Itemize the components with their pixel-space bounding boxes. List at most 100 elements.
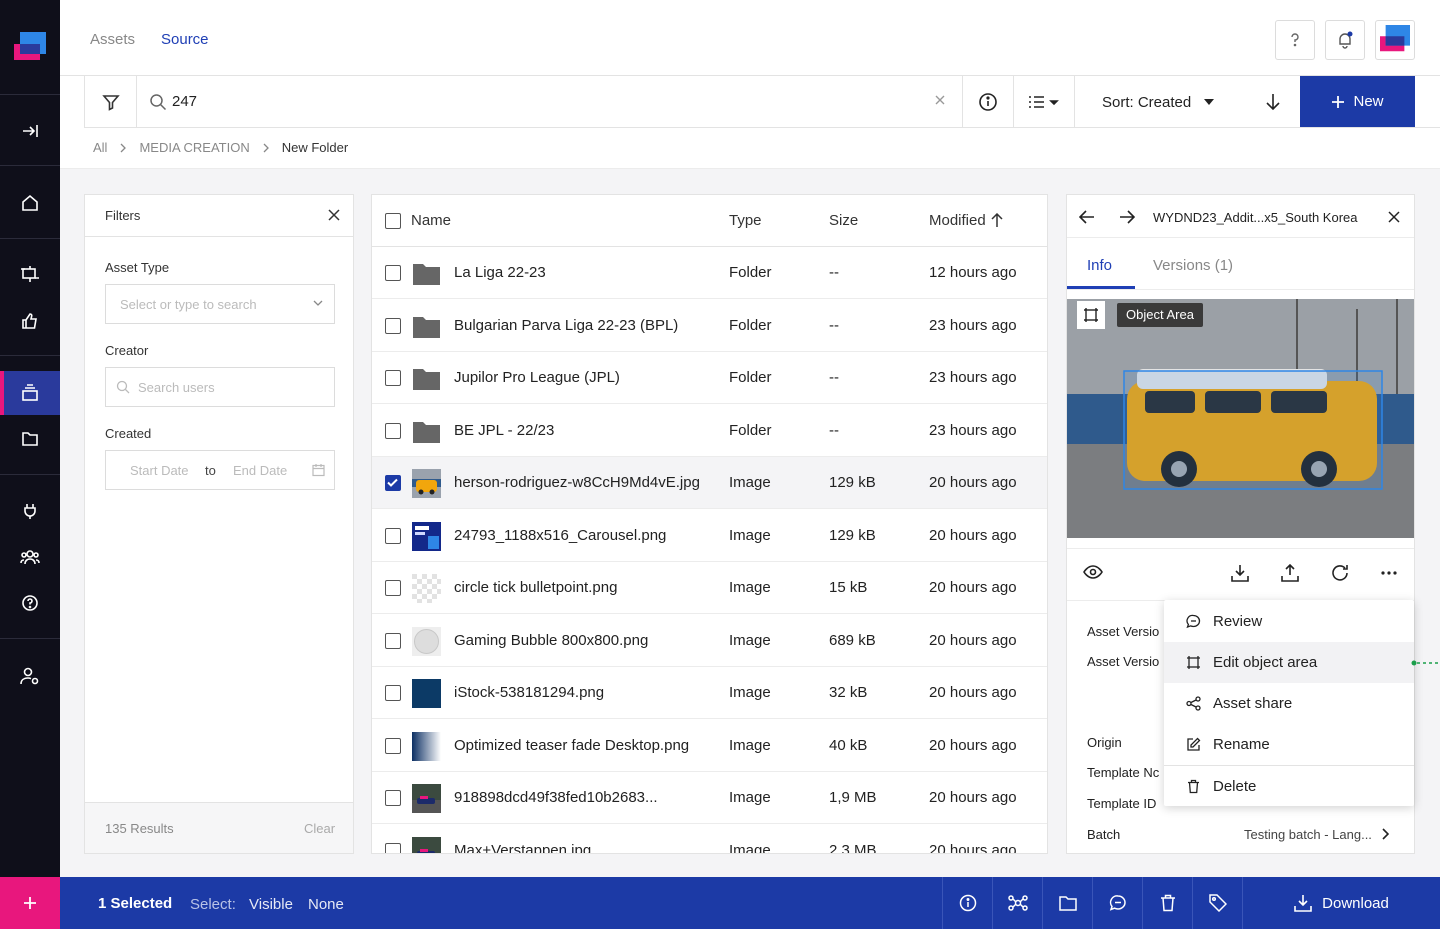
tab-source[interactable]: Source <box>161 31 209 48</box>
search-input[interactable]: 247 <box>172 93 197 110</box>
help-nav-icon[interactable] <box>0 581 60 625</box>
row-name[interactable]: Max+Verstappen.jpg <box>454 842 591 854</box>
menu-item-edit-object-area[interactable]: Edit object area <box>1164 642 1414 683</box>
menu-item-asset-share[interactable]: Asset share <box>1164 683 1414 724</box>
row-checkbox[interactable] <box>385 580 401 596</box>
breadcrumb-all[interactable]: All <box>93 140 107 155</box>
col-size[interactable]: Size <box>829 212 858 229</box>
object-area-icon[interactable] <box>1077 301 1105 329</box>
col-name[interactable]: Name <box>411 212 451 229</box>
row-name[interactable]: Jupilor Pro League (JPL) <box>454 369 620 386</box>
clear-search-icon[interactable] <box>934 94 946 106</box>
creator-search-input[interactable]: Search users <box>105 367 335 407</box>
sort-direction-icon[interactable] <box>1265 93 1281 111</box>
table-row[interactable]: La Liga 22-23 Folder -- 12 hours ago <box>372 247 1047 299</box>
info-button[interactable] <box>942 877 992 929</box>
users-icon[interactable] <box>0 535 60 579</box>
row-name[interactable]: Gaming Bubble 800x800.png <box>454 632 648 649</box>
workflow-button[interactable] <box>992 877 1042 929</box>
select-none-button[interactable]: None <box>308 896 344 913</box>
meta-batch-value[interactable]: Testing batch - Lang... <box>1244 827 1372 842</box>
folder-nav-icon[interactable] <box>0 417 60 461</box>
row-name[interactable]: iStock-538181294.png <box>454 684 604 701</box>
user-settings-icon[interactable] <box>0 654 60 698</box>
eye-icon[interactable] <box>1083 565 1103 579</box>
col-type[interactable]: Type <box>729 212 762 229</box>
row-name[interactable]: 24793_1188x516_Carousel.png <box>454 527 666 544</box>
home-icon[interactable] <box>0 181 60 225</box>
date-range-input[interactable]: Start Date to End Date <box>105 450 335 490</box>
row-name[interactable]: Bulgarian Parva Liga 22-23 (BPL) <box>454 317 678 334</box>
table-row[interactable]: BE JPL - 22/23 Folder -- 23 hours ago <box>372 405 1047 457</box>
row-checkbox[interactable] <box>385 422 401 439</box>
asset-type-select[interactable]: Select or type to search <box>105 284 335 324</box>
assets-nav-icon[interactable] <box>0 371 60 415</box>
view-mode-dropdown[interactable] <box>1013 76 1074 128</box>
table-row[interactable]: circle tick bulletpoint.png Image 15 kB 20 … <box>372 562 1047 614</box>
table-row[interactable]: 918898dcd49f38fed10b2683... Image 1,9 MB 20… <box>372 772 1047 824</box>
row-checkbox[interactable] <box>385 790 401 806</box>
select-all-checkbox[interactable] <box>385 213 401 229</box>
menu-item-review[interactable]: Review <box>1164 601 1414 642</box>
info-button[interactable] <box>962 76 1013 128</box>
table-row[interactable]: iStock-538181294.png Image 32 kB 20 hours a… <box>372 667 1047 719</box>
col-modified[interactable]: Modified <box>929 212 1003 229</box>
tab-info[interactable]: Info <box>1087 257 1112 274</box>
expand-nav-icon[interactable] <box>0 109 60 153</box>
delete-button[interactable] <box>1142 877 1192 929</box>
row-checkbox[interactable] <box>385 632 401 649</box>
row-name[interactable]: BE JPL - 22/23 <box>454 422 554 439</box>
filter-button[interactable] <box>84 76 136 128</box>
row-checkbox[interactable] <box>385 737 401 754</box>
refresh-icon[interactable] <box>1331 564 1349 582</box>
menu-item-delete[interactable]: Delete <box>1164 766 1414 807</box>
table-row[interactable]: Bulgarian Parva Liga 22-23 (BPL) Folder --… <box>372 300 1047 352</box>
comment-button[interactable] <box>1092 877 1142 929</box>
tab-assets[interactable]: Assets <box>90 31 135 48</box>
menu-item-rename[interactable]: Rename <box>1164 724 1414 765</box>
workflow-icon[interactable] <box>0 252 60 296</box>
row-checkbox[interactable] <box>385 685 401 701</box>
close-detail-icon[interactable] <box>1388 211 1400 223</box>
prev-arrow-icon[interactable] <box>1079 210 1095 224</box>
end-date-placeholder[interactable]: End Date <box>233 463 287 478</box>
row-checkbox[interactable] <box>385 370 401 386</box>
table-row[interactable]: Optimized teaser fade Desktop.png Image 40… <box>372 720 1047 772</box>
table-row[interactable]: Gaming Bubble 800x800.png Image 689 kB 20 h… <box>372 615 1047 667</box>
tag-button[interactable] <box>1192 877 1242 929</box>
more-options-icon[interactable] <box>1381 571 1397 575</box>
row-name[interactable]: 918898dcd49f38fed10b2683... <box>454 789 658 806</box>
add-button[interactable] <box>0 877 60 929</box>
close-filters-icon[interactable] <box>328 209 340 221</box>
thumbs-up-icon[interactable] <box>0 299 60 343</box>
search-bar[interactable] <box>136 76 962 128</box>
calendar-icon[interactable] <box>312 463 325 477</box>
table-row[interactable]: Max+Verstappen.jpg Image 2,3 MB 20 hours ag… <box>372 825 1047 854</box>
row-checkbox[interactable] <box>385 317 401 334</box>
chevron-right-icon[interactable] <box>1381 828 1389 840</box>
download-icon[interactable] <box>1231 564 1249 582</box>
table-row[interactable]: 24793_1188x516_Carousel.png Image 129 kB 20… <box>372 510 1047 562</box>
row-checkbox[interactable] <box>385 842 401 853</box>
download-button[interactable]: Download <box>1242 877 1440 929</box>
next-arrow-icon[interactable] <box>1119 210 1135 224</box>
notifications-button[interactable] <box>1325 20 1365 60</box>
app-logo[interactable] <box>14 32 46 64</box>
table-row[interactable]: Jupilor Pro League (JPL) Folder -- 23 hours… <box>372 352 1047 404</box>
clear-filters-button[interactable]: Clear <box>304 821 335 836</box>
upload-icon[interactable] <box>1281 564 1299 582</box>
new-button[interactable]: New <box>1300 76 1415 127</box>
tab-versions[interactable]: Versions (1) <box>1153 257 1233 274</box>
row-checkbox[interactable] <box>385 475 401 491</box>
row-name[interactable]: Optimized teaser fade Desktop.png <box>454 737 689 754</box>
table-row[interactable]: herson-rodriguez-w8CcH9Md4vE.jpg Image 129… <box>372 457 1047 509</box>
help-button[interactable] <box>1275 20 1315 60</box>
avatar[interactable] <box>1375 20 1415 60</box>
breadcrumb-media-creation[interactable]: MEDIA CREATION <box>139 140 249 155</box>
select-visible-button[interactable]: Visible <box>249 896 293 913</box>
row-name[interactable]: circle tick bulletpoint.png <box>454 579 617 596</box>
move-to-folder-button[interactable] <box>1042 877 1092 929</box>
row-name[interactable]: herson-rodriguez-w8CcH9Md4vE.jpg <box>454 474 700 491</box>
row-checkbox[interactable] <box>385 527 401 544</box>
plug-icon[interactable] <box>0 489 60 533</box>
